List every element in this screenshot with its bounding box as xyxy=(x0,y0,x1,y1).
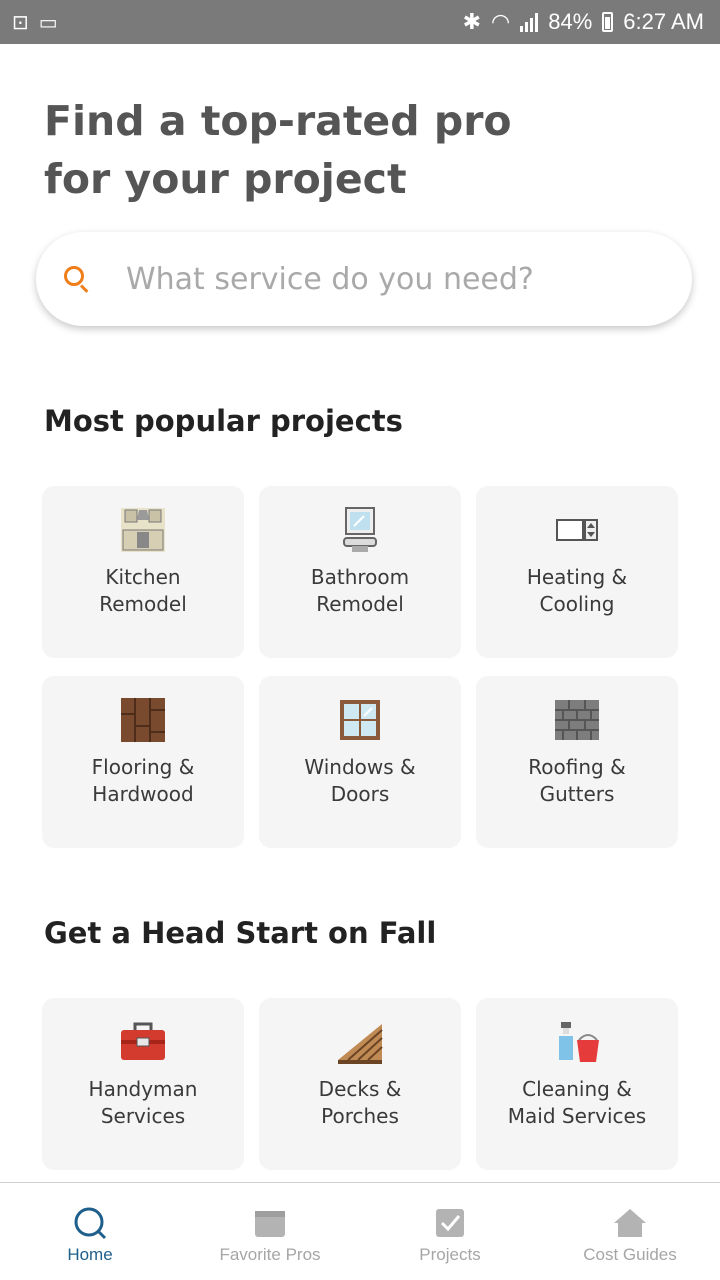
signal-icon xyxy=(520,12,539,32)
project-label: Roofing & Gutters xyxy=(528,755,626,806)
project-card-cleaning[interactable]: Cleaning & Maid Services xyxy=(476,998,678,1170)
project-label: Decks & Porches xyxy=(318,1077,402,1128)
search-icon xyxy=(62,264,92,294)
project-label: Heating & Cooling xyxy=(526,565,628,616)
battery-icon xyxy=(602,12,614,32)
nav-label: Projects xyxy=(419,1245,481,1264)
project-label: Cleaning & Maid Services xyxy=(507,1077,647,1128)
cleaning-icon xyxy=(551,1016,603,1068)
project-card-roofing[interactable]: Roofing & Gutters xyxy=(476,676,678,848)
status-bar: ⊡ ▭ ✱ ◠ 84% 6:27 AM xyxy=(0,0,720,44)
nav-label: Home xyxy=(67,1245,113,1264)
clock: 6:27 AM xyxy=(623,9,704,34)
bottom-navigation: Home Favorite Pros Projects Cost Guides xyxy=(0,1182,720,1280)
project-label: Bathroom Remodel xyxy=(310,565,410,616)
project-label: Windows & Doors xyxy=(304,755,416,806)
project-label: Kitchen Remodel xyxy=(99,565,187,616)
project-card-flooring[interactable]: Flooring & Hardwood xyxy=(42,676,244,848)
nav-item-projects[interactable]: Projects xyxy=(360,1183,540,1280)
notification-icon: ⊡ xyxy=(12,12,29,34)
search-input[interactable] xyxy=(126,261,606,297)
deck-icon xyxy=(334,1016,386,1068)
wifi-icon: ◠ xyxy=(491,9,511,34)
projects-icon xyxy=(432,1205,468,1241)
bluetooth-icon: ✱ xyxy=(462,9,482,34)
favorite-icon xyxy=(252,1205,288,1241)
project-card-heating[interactable]: Heating & Cooling xyxy=(476,486,678,658)
status-notifications: ⊡ ▭ xyxy=(12,10,58,35)
nav-item-home[interactable]: Home xyxy=(0,1183,180,1280)
window-icon xyxy=(334,694,386,746)
nav-label: Cost Guides xyxy=(583,1245,677,1264)
section-title-fall: Get a Head Start on Fall xyxy=(44,916,437,950)
notification-icon: ▭ xyxy=(38,12,58,34)
nav-item-cost-guides[interactable]: Cost Guides xyxy=(540,1183,720,1280)
project-card-decks[interactable]: Decks & Porches xyxy=(259,998,461,1170)
hero-line-1: Find a top-rated pro xyxy=(44,97,512,145)
project-card-kitchen[interactable]: Kitchen Remodel xyxy=(42,486,244,658)
project-label: Handyman Services xyxy=(88,1077,198,1128)
project-label: Flooring & Hardwood xyxy=(91,755,195,806)
hero-line-2: for your project xyxy=(44,155,407,203)
bathroom-icon xyxy=(334,504,386,556)
project-card-windows[interactable]: Windows & Doors xyxy=(259,676,461,848)
project-card-handyman[interactable]: Handyman Services xyxy=(42,998,244,1170)
nav-label: Favorite Pros xyxy=(219,1245,321,1264)
kitchen-icon xyxy=(117,504,169,556)
battery-percent: 84% xyxy=(548,9,593,34)
nav-item-favorite-pros[interactable]: Favorite Pros xyxy=(180,1183,360,1280)
hvac-icon xyxy=(551,504,603,556)
section-title-popular: Most popular projects xyxy=(44,404,403,438)
hero-heading: Find a top-rated pro for your project xyxy=(44,92,564,208)
home-search-icon xyxy=(72,1205,108,1241)
flooring-icon xyxy=(117,694,169,746)
roofing-icon xyxy=(551,694,603,746)
project-card-bathroom[interactable]: Bathroom Remodel xyxy=(259,486,461,658)
cost-guide-icon xyxy=(612,1205,648,1241)
toolbox-icon xyxy=(117,1016,169,1068)
search-bar[interactable] xyxy=(36,232,692,326)
